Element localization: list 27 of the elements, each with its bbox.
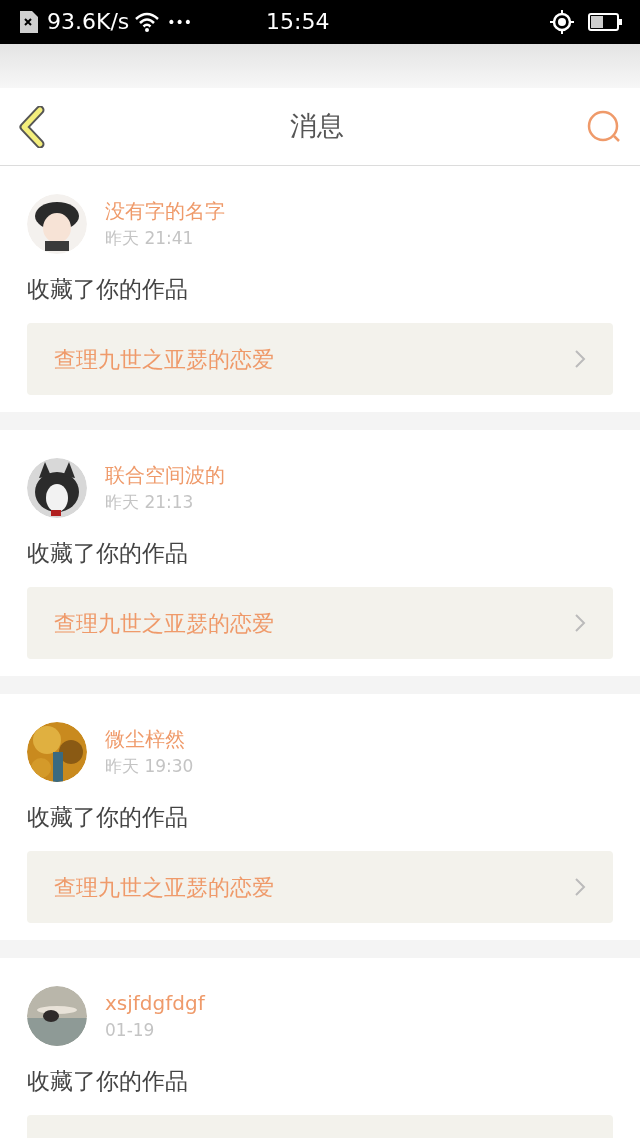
message-action: 收藏了你的作品 [27, 539, 189, 568]
battery-icon [588, 13, 622, 31]
work-link[interactable]: 查理九世之亚瑟的恋爱 [27, 323, 613, 395]
chevron-right-icon [574, 613, 586, 633]
message-action: 收藏了你的作品 [27, 1067, 189, 1096]
user-name[interactable]: xsjfdgfdgf [105, 989, 205, 1017]
message-action: 收藏了你的作品 [27, 275, 189, 304]
user-name[interactable]: 没有字的名字 [105, 197, 225, 225]
message-time: 昨天 19:30 [105, 755, 194, 778]
user-name[interactable]: 联合空间波的 [105, 461, 225, 489]
work-link[interactable]: 查理九世之亚瑟的恋爱 [27, 587, 613, 659]
wifi-icon [135, 12, 160, 32]
message-time: 昨天 21:41 [105, 227, 195, 250]
user-name[interactable]: 微尘梓然 [105, 725, 194, 753]
message-action: 收藏了你的作品 [27, 803, 189, 832]
back-icon [18, 105, 46, 148]
message-time: 01-19 [105, 1019, 156, 1042]
network-speed: 93.6K/s [47, 11, 130, 33]
chevron-right-icon [574, 349, 586, 369]
message-time: 昨天 21:13 [105, 491, 195, 514]
clock: 15:54 [266, 11, 330, 33]
sim-icon [18, 11, 38, 33]
work-link[interactable]: 查理九世之亚瑟的恋爱 [27, 851, 613, 923]
location-icon [550, 10, 574, 34]
more-indicator: ••• [167, 15, 193, 29]
chevron-right-icon [574, 877, 586, 897]
page-title: 消息 [290, 109, 344, 144]
